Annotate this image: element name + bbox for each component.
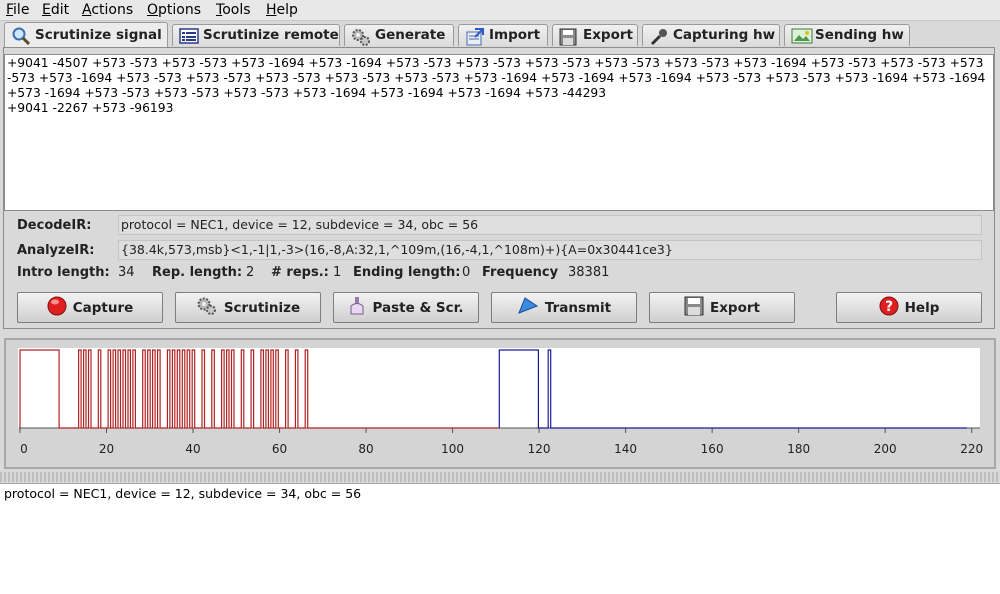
- record-icon: [47, 296, 67, 320]
- console-output[interactable]: protocol = NEC1, device = 12, subdevice …: [0, 483, 1000, 594]
- play-triangle-icon: [517, 296, 539, 319]
- floppy-icon: [684, 296, 704, 320]
- svg-text:?: ?: [885, 299, 893, 315]
- tab-scrutinize-remote[interactable]: Scrutinize remote: [172, 24, 340, 46]
- split-pane-divider[interactable]: [0, 472, 1000, 482]
- intro-length-label: Intro length:: [17, 265, 110, 280]
- capture-button[interactable]: Capture: [17, 292, 163, 323]
- analyzeir-field[interactable]: {38.4k,573,msb}<1,-1|1,-3>(16,-8,A:32,1,…: [118, 240, 982, 260]
- scrutinize-button[interactable]: Scrutinize: [175, 292, 321, 323]
- menu-bar: File Edit Actions Options Tools Help: [0, 0, 1000, 21]
- help-button[interactable]: ? Help: [836, 292, 982, 323]
- x-tick-label: 220: [960, 442, 983, 456]
- menu-help[interactable]: Help: [266, 2, 298, 18]
- x-tick-label: 40: [185, 442, 200, 456]
- x-tick-label: 20: [99, 442, 114, 456]
- decodeir-field[interactable]: protocol = NEC1, device = 12, subdevice …: [118, 215, 982, 235]
- tab-scrutinize-signal[interactable]: Scrutinize signal: [4, 22, 168, 48]
- rep-length-value: 2: [246, 265, 255, 280]
- tab-generate[interactable]: Generate: [344, 24, 454, 46]
- x-tick-label: 80: [358, 442, 373, 456]
- num-reps-value: 1: [333, 265, 342, 280]
- transmit-button[interactable]: Transmit: [491, 292, 637, 323]
- signal-text-area[interactable]: +9041 -4507 +573 -573 +573 -573 +573 -16…: [4, 54, 994, 211]
- menu-tools[interactable]: Tools: [216, 2, 251, 18]
- x-tick-label: 0: [20, 442, 28, 456]
- menu-options[interactable]: Options: [147, 2, 201, 18]
- menu-actions[interactable]: Actions: [82, 2, 133, 18]
- tab-export[interactable]: Export: [552, 24, 638, 46]
- tab-import[interactable]: Import: [458, 24, 548, 46]
- frequency-label: Frequency: [482, 265, 559, 280]
- x-tick-label: 200: [874, 442, 897, 456]
- rep-length-label: Rep. length:: [152, 265, 243, 280]
- decodeir-label: DecodeIR:: [17, 218, 92, 233]
- x-tick-label: 160: [701, 442, 724, 456]
- x-tick-label: 120: [528, 442, 551, 456]
- help-question-icon: ?: [879, 296, 899, 320]
- tab-sending-hw[interactable]: Sending hw: [784, 24, 910, 46]
- gears-icon: [196, 296, 218, 320]
- ending-length-label: Ending length:: [353, 265, 461, 280]
- paste-bottle-icon: [348, 296, 366, 320]
- tab-capturing-hw[interactable]: Capturing hw: [642, 24, 780, 46]
- tab-strip: Scrutinize signal Scrutinize remote Gene…: [0, 22, 1000, 48]
- paste-scrutinize-button[interactable]: Paste & Scr.: [333, 292, 479, 323]
- intro-length-value: 34: [118, 265, 135, 280]
- signal-plot[interactable]: 0 20 40 60 80 100 120 140 160 180 200 220: [6, 340, 994, 467]
- x-tick-label: 60: [272, 442, 287, 456]
- x-tick-label: 140: [614, 442, 637, 456]
- menu-file[interactable]: File: [6, 2, 29, 18]
- export-button[interactable]: Export: [649, 292, 795, 323]
- x-tick-label: 180: [787, 442, 810, 456]
- x-tick-label: 100: [441, 442, 464, 456]
- analyzeir-label: AnalyzeIR:: [17, 243, 95, 258]
- menu-edit[interactable]: Edit: [42, 2, 69, 18]
- ending-length-value: 0: [462, 265, 471, 280]
- signal-plot-panel: 0 20 40 60 80 100 120 140 160 180 200 220: [4, 338, 996, 469]
- frequency-value: 38381: [568, 265, 610, 280]
- num-reps-label: # reps.:: [271, 265, 329, 280]
